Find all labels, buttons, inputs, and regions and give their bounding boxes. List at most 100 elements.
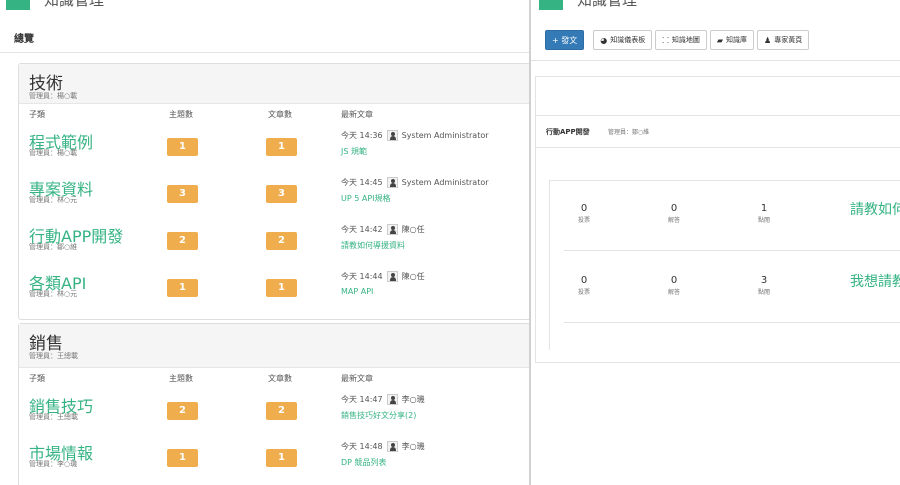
forum-row: 行動APP開發 管理員：鄒○維 2 2 今天 14:42 陳○任 請教如何導援資料 bbox=[19, 218, 530, 265]
latest-article-link[interactable]: DP 競品列表 bbox=[341, 457, 387, 468]
subforum-title: 行動APP開發 bbox=[546, 128, 590, 136]
views-count: 3 bbox=[760, 275, 768, 286]
forum-row: 專案資料 管理員：林○元 3 3 今天 14:45 System Administ… bbox=[19, 171, 530, 218]
right-app-header: 知識管理 bbox=[531, 0, 637, 10]
dashboard-icon: ◕ bbox=[600, 35, 608, 45]
question-title-link[interactable]: 我想請教阿 bbox=[850, 271, 900, 291]
category-panel-tech: 技術 管理員：楊○載 子類 主題數 文章數 最新文章 程式範例 管理員：楊○載 … bbox=[18, 63, 530, 320]
dashboard-button[interactable]: ◕ 知識儀表板 bbox=[593, 30, 653, 50]
latest-user[interactable]: System Administrator bbox=[402, 178, 489, 187]
col-sub: 子類 bbox=[29, 374, 45, 383]
users-icon: ♟ bbox=[764, 35, 772, 45]
app-logo bbox=[539, 0, 563, 10]
category-panel-sales: 銷售 管理員：王總載 子類 主題數 文章數 最新文章 銷售技巧 管理員：王總載 … bbox=[18, 323, 530, 485]
latest-article-link[interactable]: 銷售技巧好文分享(2) bbox=[341, 410, 416, 421]
col-latest: 最新文章 bbox=[341, 374, 373, 383]
latest-time: 今天 14:48 bbox=[341, 442, 383, 451]
articles-badge: 1 bbox=[266, 279, 297, 297]
topics-badge: 2 bbox=[167, 402, 198, 420]
views-label: 點閱 bbox=[757, 217, 770, 224]
library-label: 知識庫 bbox=[726, 36, 748, 44]
votes-count: 0 bbox=[580, 275, 588, 286]
category-admin: 管理員：楊○載 bbox=[29, 92, 78, 100]
forum-admin: 管理員：林○元 bbox=[29, 290, 78, 298]
votes-stat: 0 投票 bbox=[564, 275, 604, 296]
question-title-link[interactable]: 請教如何導 bbox=[850, 199, 900, 219]
search-panel bbox=[535, 76, 900, 116]
topics-badge: 1 bbox=[167, 138, 198, 156]
latest-user[interactable]: 陳○任 bbox=[402, 224, 425, 235]
views-stat: 1 點閱 bbox=[744, 203, 784, 224]
topics-badge: 3 bbox=[167, 185, 198, 203]
latest-user[interactable]: 陳○任 bbox=[402, 271, 425, 282]
sitemap-icon: ⸬ bbox=[662, 35, 669, 45]
user-icon bbox=[386, 224, 398, 235]
app-title: 知識管理 bbox=[577, 0, 637, 10]
latest-meta: 今天 14:36 System Administrator bbox=[341, 130, 489, 141]
topics-badge: 2 bbox=[167, 232, 198, 250]
latest-user[interactable]: System Administrator bbox=[402, 131, 489, 140]
category-header: 銷售 管理員：王總載 bbox=[19, 324, 530, 368]
forum-row: 銷售技巧 管理員：王總載 2 2 今天 14:47 李○璣 銷售技巧好文分享(2) bbox=[19, 388, 530, 435]
toolbar: + 發文 ◕ 知識儀表板 ⸬ 知識地圖 ▰ 知識庫 ♟ 專家黃頁 bbox=[545, 30, 810, 50]
forum-admin: 管理員：李○璣 bbox=[29, 460, 78, 468]
latest-article-link[interactable]: MAP API bbox=[341, 287, 373, 296]
forum-admin: 管理員：楊○載 bbox=[29, 149, 78, 157]
forum-row: 市場情報 管理員：李○璣 1 1 今天 14:48 李○璣 DP 競品列表 bbox=[19, 435, 530, 482]
votes-label: 投票 bbox=[577, 289, 590, 296]
col-topics: 主題數 bbox=[169, 110, 193, 119]
latest-article-link[interactable]: 請教如何導援資料 bbox=[341, 240, 405, 251]
post-button[interactable]: + 發文 bbox=[545, 30, 585, 50]
forum-row: 各類API 管理員：林○元 1 1 今天 14:44 陳○任 MAP API bbox=[19, 265, 530, 312]
answers-stat: 0 解答 bbox=[654, 203, 694, 224]
forum-admin: 管理員：王總載 bbox=[29, 413, 78, 421]
latest-article-link[interactable]: UP 5 API規格 bbox=[341, 193, 391, 204]
col-articles: 文章數 bbox=[268, 374, 292, 383]
latest-time: 今天 14:47 bbox=[341, 395, 383, 404]
subforum-header: 行動APP開發 管理員：鄒○維 bbox=[535, 115, 900, 148]
answers-label: 解答 bbox=[667, 217, 680, 224]
answers-stat: 0 解答 bbox=[654, 275, 694, 296]
latest-time: 今天 14:44 bbox=[341, 272, 383, 281]
latest-time: 今天 14:42 bbox=[341, 225, 383, 234]
latest-meta: 今天 14:47 李○璣 bbox=[341, 394, 425, 405]
latest-meta: 今天 14:42 陳○任 bbox=[341, 224, 425, 235]
category-admin: 管理員：王總載 bbox=[29, 352, 78, 360]
user-icon bbox=[386, 177, 398, 188]
views-label: 點閱 bbox=[757, 289, 770, 296]
experts-button[interactable]: ♟ 專家黃頁 bbox=[757, 30, 810, 50]
views-stat: 3 點閱 bbox=[744, 275, 784, 296]
latest-article-link[interactable]: JS 規範 bbox=[341, 146, 367, 157]
subforum-admin: 管理員：鄒○維 bbox=[608, 129, 650, 136]
articles-badge: 2 bbox=[266, 402, 297, 420]
library-button[interactable]: ▰ 知識庫 bbox=[709, 30, 755, 50]
left-window: 知識管理 總覽 技術 管理員：楊○載 子類 主題數 文章數 最新文章 程式範例 … bbox=[0, 0, 530, 485]
map-button[interactable]: ⸬ 知識地圖 bbox=[655, 30, 707, 50]
latest-meta: 今天 14:45 System Administrator bbox=[341, 177, 489, 188]
column-header: 子類 主題數 文章數 最新文章 bbox=[19, 104, 530, 124]
breadcrumb-overview[interactable]: 總覽 bbox=[14, 30, 34, 45]
answers-label: 解答 bbox=[667, 289, 680, 296]
latest-user[interactable]: 李○璣 bbox=[402, 394, 425, 405]
latest-time: 今天 14:36 bbox=[341, 131, 383, 140]
articles-badge: 3 bbox=[266, 185, 297, 203]
col-topics: 主題數 bbox=[169, 374, 193, 383]
divider bbox=[0, 52, 530, 53]
divider bbox=[531, 60, 900, 61]
answers-count: 0 bbox=[670, 275, 678, 286]
votes-label: 投票 bbox=[577, 217, 590, 224]
question-row: 0 投票 0 解答 3 點閱 我想請教阿 bbox=[564, 253, 900, 323]
column-header: 子類 主題數 文章數 最新文章 bbox=[19, 368, 530, 388]
forum-admin: 管理員：鄒○維 bbox=[29, 243, 78, 251]
experts-label: 專家黃頁 bbox=[774, 36, 803, 44]
left-app-header: 知識管理 bbox=[0, 0, 104, 10]
app-logo bbox=[6, 0, 30, 10]
col-sub: 子類 bbox=[29, 110, 45, 119]
map-label: 知識地圖 bbox=[671, 36, 700, 44]
answers-count: 0 bbox=[670, 203, 678, 214]
question-list: 0 投票 0 解答 1 點閱 請教如何導 0 投票 0 解答 3 點閱 我想請教阿 bbox=[549, 180, 900, 350]
dashboard-label: 知識儀表板 bbox=[610, 36, 646, 44]
app-title: 知識管理 bbox=[44, 0, 104, 10]
right-window: 知識管理 + 發文 ◕知識儀表板 ⸬知識地圖 ▰知識庫 ♟專家黃頁 行動APP開… bbox=[531, 0, 900, 485]
latest-user[interactable]: 李○璣 bbox=[402, 441, 425, 452]
